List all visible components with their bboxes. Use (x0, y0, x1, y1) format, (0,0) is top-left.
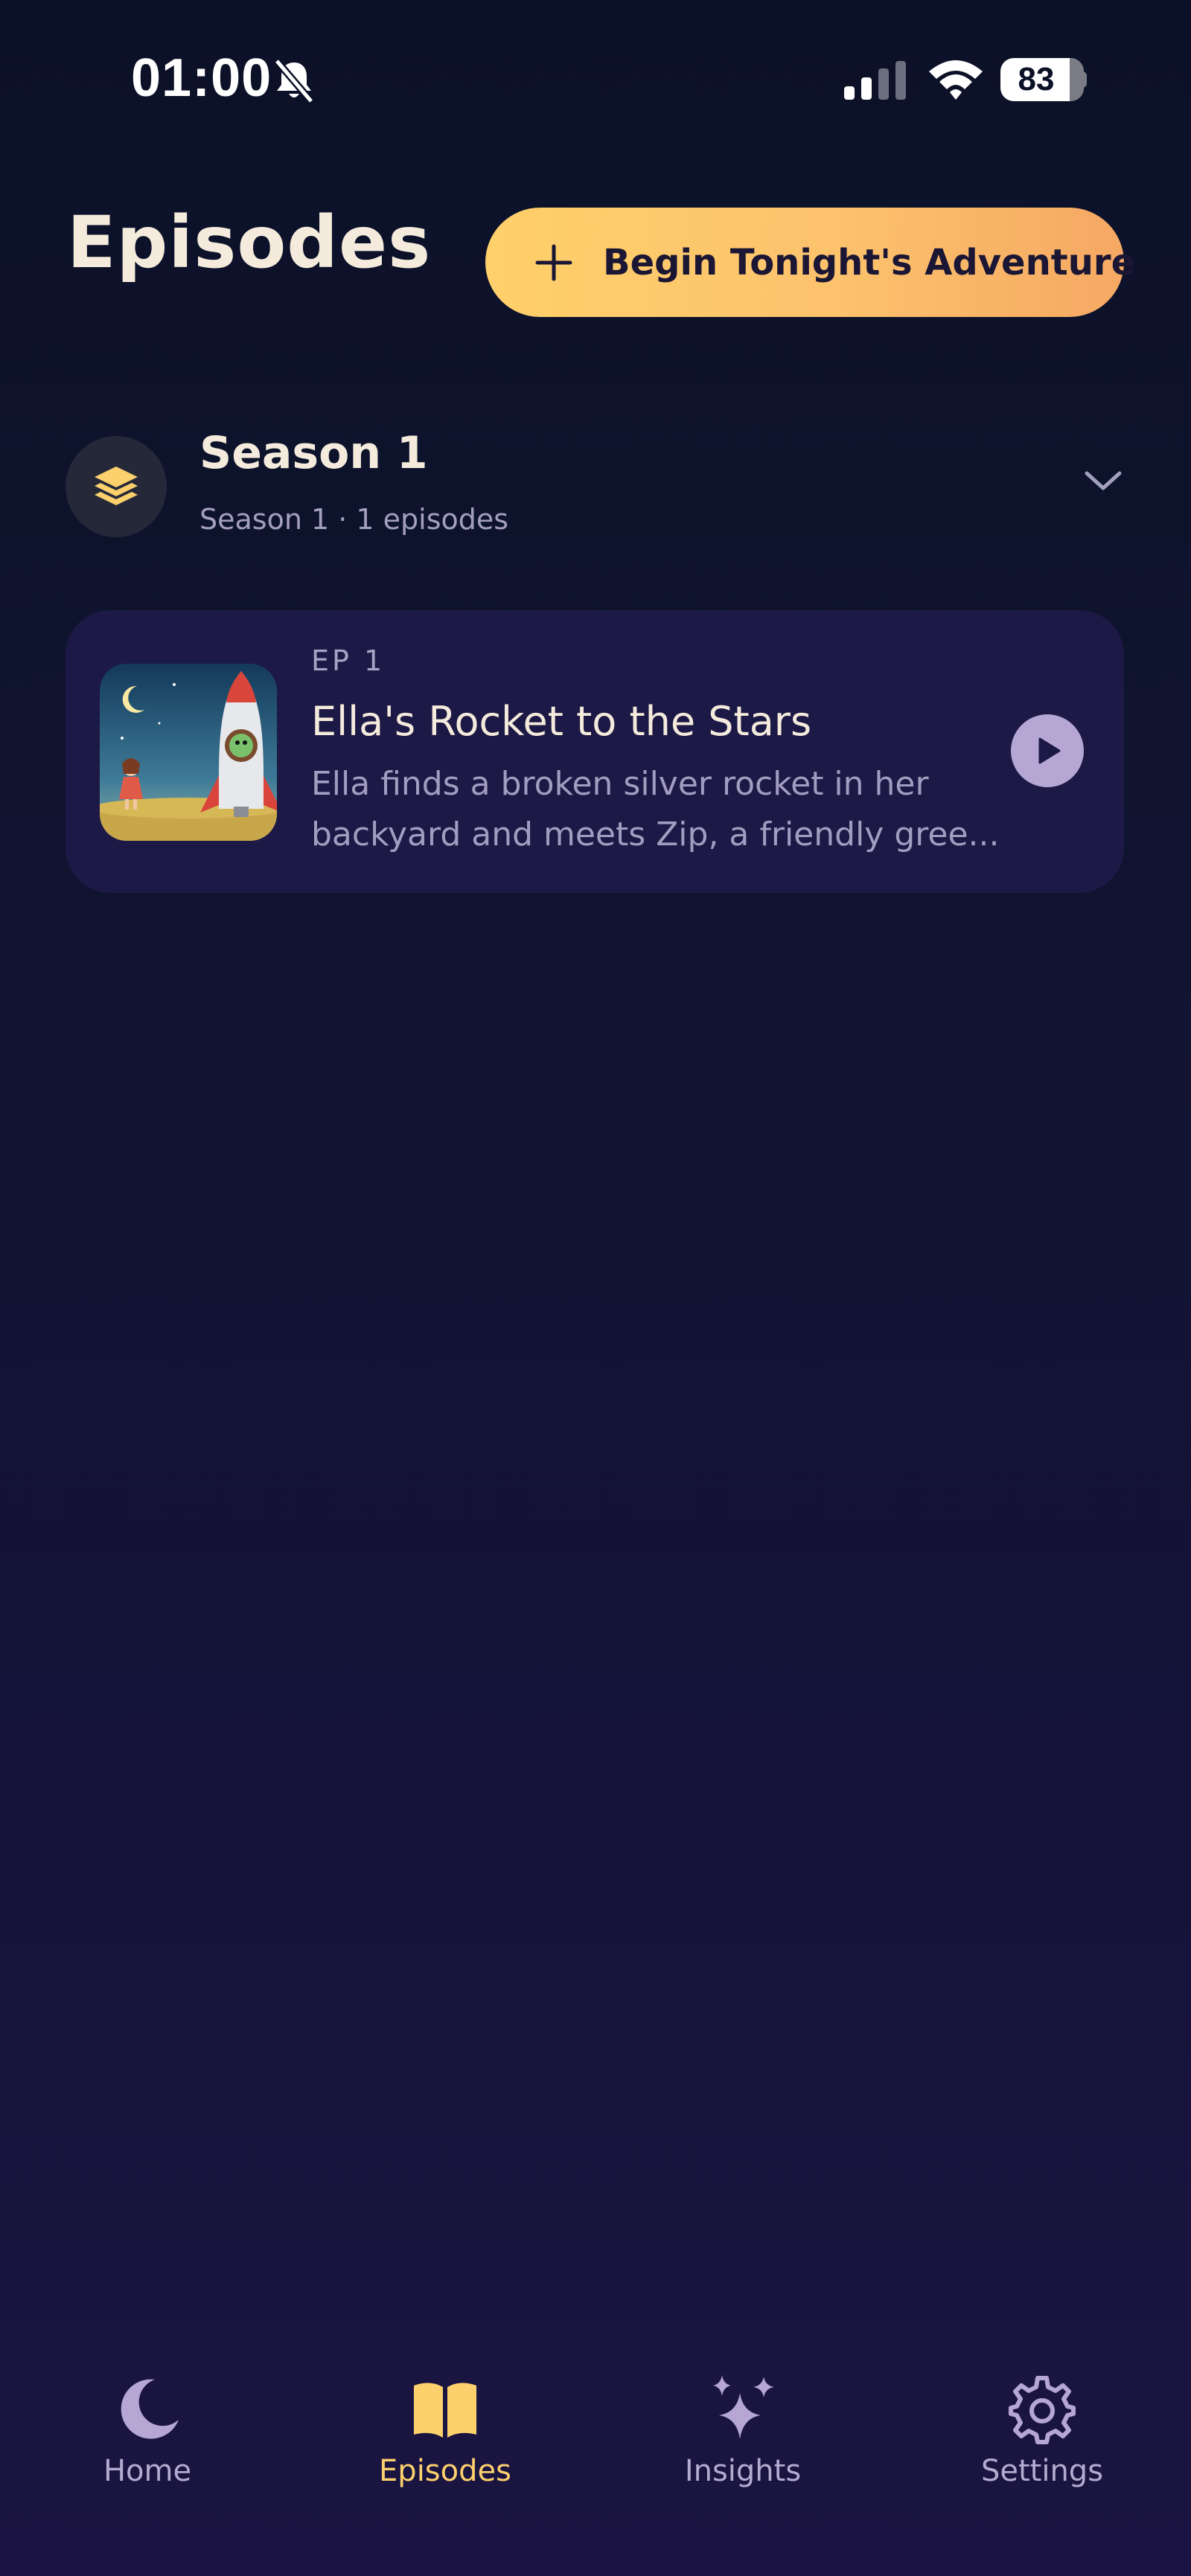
page-title: Episodes (67, 201, 432, 284)
episode-number: EP 1 (311, 644, 386, 677)
season-title: Season 1 (199, 427, 428, 479)
tab-episodes[interactable]: Episodes (348, 2371, 542, 2519)
tab-settings[interactable]: Settings (945, 2371, 1139, 2519)
status-time: 01:00 (131, 48, 272, 108)
tab-insights[interactable]: Insights (646, 2371, 840, 2519)
bottom-tab-bar: Home Episodes Insights Settings (0, 2344, 1191, 2576)
wifi-icon (929, 60, 983, 100)
tab-settings-label: Settings (980, 2454, 1104, 2488)
season-avatar (66, 436, 167, 537)
battery-nub (1081, 71, 1087, 88)
chevron-down-icon[interactable] (1082, 466, 1124, 496)
tab-home[interactable]: Home (51, 2371, 244, 2519)
moon-icon (121, 2379, 179, 2439)
battery-indicator: 83 (1000, 58, 1084, 101)
status-bar: 01:00 83 (0, 0, 1191, 164)
begin-adventure-label: Begin Tonight's Adventure (603, 241, 1136, 283)
sparkles-icon (713, 2375, 774, 2439)
layers-icon (95, 467, 138, 505)
signal-icon (844, 61, 906, 100)
begin-adventure-button[interactable]: Begin Tonight's Adventure (485, 208, 1135, 317)
play-button[interactable] (1011, 714, 1084, 787)
book-icon (414, 2383, 476, 2438)
episode-description-line: Ella finds a broken silver rocket in her (311, 765, 929, 803)
episode-card[interactable]: EP 1 Ella's Rocket to the Stars Ella fin… (66, 610, 1124, 893)
tab-insights-label: Insights (684, 2454, 802, 2488)
season-subtitle: Season 1 · 1 episodes (199, 503, 509, 536)
gear-icon (1009, 2376, 1076, 2444)
episode-title: Ella's Rocket to the Stars (311, 698, 812, 745)
plus-icon (535, 244, 572, 281)
episode-thumbnail (100, 664, 277, 841)
season-header[interactable]: Season 1 Season 1 · 1 episodes (66, 417, 1124, 558)
battery-level: 83 (1018, 61, 1055, 97)
rocket-illustration (100, 664, 277, 841)
tab-home-label: Home (103, 2454, 192, 2488)
tab-episodes-label: Episodes (379, 2454, 511, 2488)
episode-description: Ella finds a broken silver rocket in her… (311, 759, 1056, 860)
bell-muted-icon (274, 58, 314, 104)
episode-description-line: backyard and meets Zip, a friendly gree.… (311, 816, 1000, 853)
play-icon (1038, 737, 1061, 764)
